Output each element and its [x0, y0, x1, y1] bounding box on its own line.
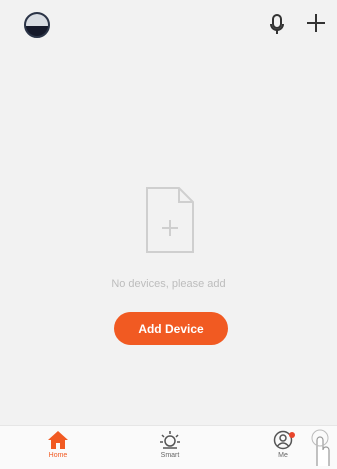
home-icon: [48, 431, 68, 449]
top-bar: [0, 0, 337, 52]
empty-message: No devices, please add: [111, 278, 226, 290]
tab-smart[interactable]: Smart: [140, 430, 200, 459]
touch-pointer-icon: [311, 429, 330, 466]
tab-me-label: Me: [278, 452, 288, 459]
avatar[interactable]: [24, 12, 50, 38]
tab-home[interactable]: Home: [28, 430, 88, 459]
tab-home-label: Home: [48, 452, 68, 459]
avatar-ground: [26, 26, 48, 36]
microphone-icon[interactable]: [268, 13, 286, 37]
add-device-button[interactable]: Add Device: [114, 312, 228, 345]
sun-icon: [160, 431, 180, 449]
document-add-icon: [145, 187, 194, 253]
avatar-sky: [26, 14, 48, 27]
tab-smart-label: Smart: [160, 452, 180, 459]
empty-state: [0, 184, 337, 256]
notification-badge: [289, 432, 295, 438]
bottom-tab-bar: Home Smart Me: [0, 425, 337, 469]
tab-me[interactable]: Me: [253, 430, 313, 459]
plus-icon[interactable]: [305, 12, 327, 34]
